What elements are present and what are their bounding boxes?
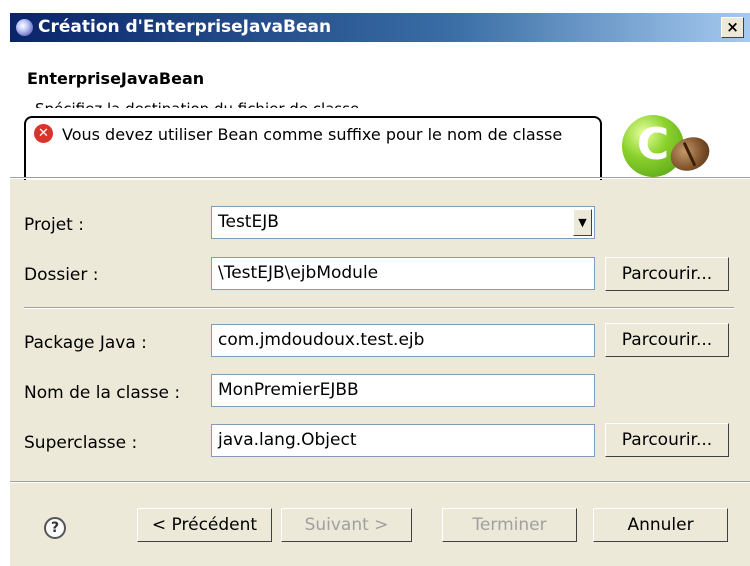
dossier-label: Dossier : [24,265,99,285]
projet-combo[interactable]: TestEJB ▼ [211,206,595,239]
cancel-button[interactable]: Annuler [593,508,728,542]
page-description: Spécifiez la destination du fichier de c… [35,94,415,108]
finish-button[interactable]: Terminer [442,508,577,542]
error-message-box: ✕ Vous devez utiliser Bean comme suffixe… [24,116,602,180]
section-separator [24,307,734,309]
dossier-input[interactable]: \TestEJB\ejbModule [211,257,595,290]
previous-button[interactable]: < Précédent [137,508,272,542]
eclipse-icon [16,19,33,36]
footer-separator [10,481,750,483]
package-label: Package Java : [24,333,147,353]
projet-label: Projet : [24,215,84,235]
dossier-browse-button[interactable]: Parcourir... [605,257,729,291]
superclasse-input[interactable]: java.lang.Object [211,424,595,457]
error-message: Vous devez utiliser Bean comme suffixe p… [62,125,563,144]
next-button[interactable]: Suivant > [281,508,412,542]
error-icon: ✕ [34,124,53,143]
superclasse-label: Superclasse : [24,433,138,453]
header-separator [10,177,750,179]
classe-input[interactable]: MonPremierEJBB [211,374,595,407]
classe-label: Nom de la classe : [24,383,181,403]
dialog-window: Création d'EnterpriseJavaBean × Enterpri… [10,13,750,566]
help-icon[interactable]: ? [44,517,66,539]
title-bar[interactable]: Création d'EnterpriseJavaBean × [10,13,750,42]
page-title: EnterpriseJavaBean [27,69,205,88]
projet-value: TestEJB [218,212,279,232]
package-input[interactable]: com.jmdoudoux.test.ejb [211,324,595,357]
close-button[interactable]: × [721,17,744,38]
wizard-header: EnterpriseJavaBean Spécifiez la destinat… [10,42,750,180]
window-title: Création d'EnterpriseJavaBean [38,17,332,37]
superclasse-browse-button[interactable]: Parcourir... [605,423,729,457]
package-browse-button[interactable]: Parcourir... [605,323,729,357]
chevron-down-icon[interactable]: ▼ [573,209,592,236]
